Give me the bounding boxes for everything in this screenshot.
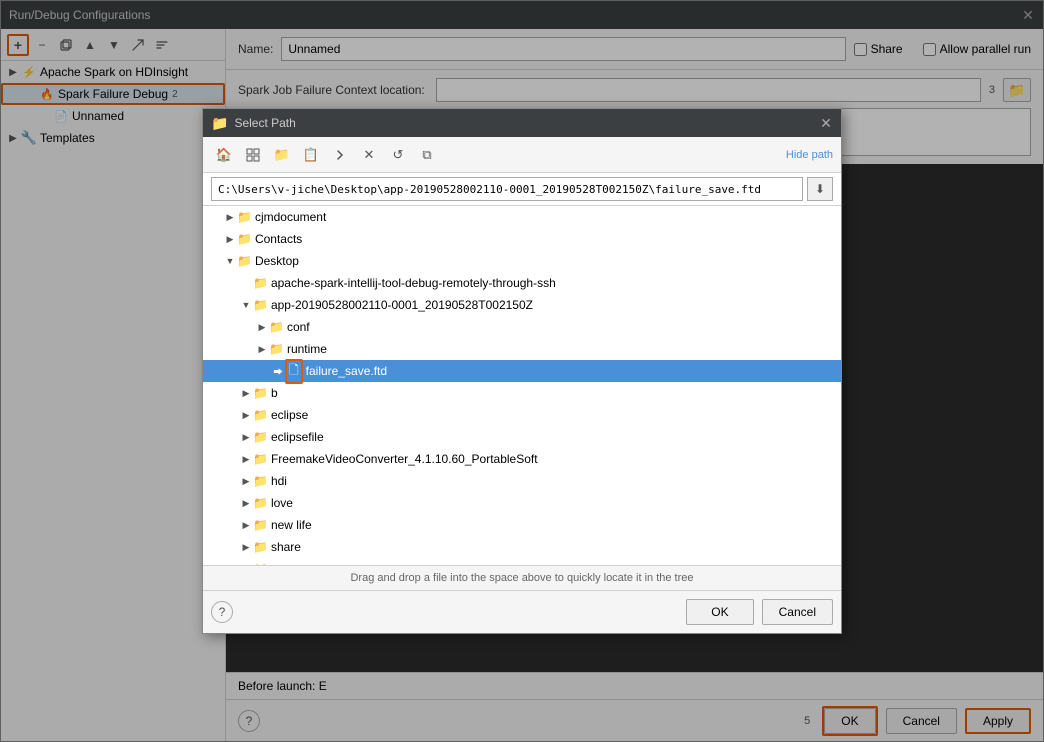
ftree-file-icon-failure-save: 🗋 <box>289 361 299 382</box>
dialog-title: 📁 Select Path <box>211 115 296 132</box>
ftree-label-eclipsefile: eclipsefile <box>271 430 324 444</box>
ftree-label-runtime: runtime <box>287 342 327 356</box>
ftree-folder-contacts: 📁 <box>237 232 252 246</box>
ftree-label-desktop: Desktop <box>255 254 299 268</box>
ftree-item-share[interactable]: ▶ 📁 share <box>203 536 841 558</box>
dialog-titlebar: 📁 Select Path ✕ <box>203 109 841 137</box>
dialog-title-icon: 📁 <box>211 115 228 132</box>
ftree-arrow-share: ▶ <box>239 542 253 553</box>
ftree-folder-eclipse: 📁 <box>253 408 268 422</box>
dialog-hint: Drag and drop a file into the space abov… <box>203 566 841 591</box>
ftree-label-conf: conf <box>287 320 310 334</box>
ftree-item-freemake[interactable]: ▶ 📁 FreemakeVideoConverter_4.1.10.60_Por… <box>203 448 841 470</box>
ftree-label-contacts: Contacts <box>255 232 302 246</box>
ftree-label-share: share <box>271 540 301 554</box>
ftree-folder-hdi: 📁 <box>253 474 268 488</box>
ftree-item-love[interactable]: ▶ 📁 love <box>203 492 841 514</box>
dialog-new-folder-button[interactable]: 📋 <box>298 142 324 168</box>
ftree-arrow-b: ▶ <box>239 388 253 399</box>
ftree-label-apache-ssh: apache-spark-intellij-tool-debug-remotel… <box>271 276 556 290</box>
ftree-folder-cjmdocument: 📁 <box>237 210 252 224</box>
ftree-arrow-love: ▶ <box>239 498 253 509</box>
ftree-arrow-contacts: ▶ <box>223 234 237 245</box>
dialog-footer-buttons: OK Cancel <box>686 599 833 625</box>
path-download-button[interactable]: ⬇ <box>807 177 833 201</box>
ftree-arrow-failure-save: ⮕ <box>271 365 285 378</box>
ftree-folder-b: 📁 <box>253 386 268 400</box>
ftree-item-conf[interactable]: ▶ 📁 conf <box>203 316 841 338</box>
ftree-item-app-folder[interactable]: ▼ 📁 app-20190528002110-0001_20190528T002… <box>203 294 841 316</box>
ftree-folder-apache-ssh: 📁 <box>253 276 268 290</box>
dialog-forward-button[interactable] <box>327 142 353 168</box>
ftree-label-app-folder: app-20190528002110-0001_20190528T002150Z <box>271 298 533 312</box>
ftree-label-b: b <box>271 386 278 400</box>
ftree-item-failure-save[interactable]: ⮕ 🗋 failure_save.ftd <box>203 360 841 382</box>
dialog-home-button[interactable]: 🏠 <box>211 142 237 168</box>
ftree-label-cjmdocument: cjmdocument <box>255 210 326 224</box>
file-tree-pane[interactable]: ▶ 📁 cjmdocument ▶ 📁 Contacts ▼ 📁 Desktop… <box>203 206 841 566</box>
ftree-folder-love: 📁 <box>253 496 268 510</box>
dialog-cancel-button[interactable]: Cancel <box>762 599 833 625</box>
ftree-label-freemake: FreemakeVideoConverter_4.1.10.60_Portabl… <box>271 452 538 466</box>
dialog-footer: ? OK Cancel <box>203 591 841 633</box>
select-path-dialog: 📁 Select Path ✕ 🏠 📁 📋 <box>202 108 842 634</box>
ftree-folder-app: 📁 <box>253 298 268 312</box>
hide-path-button[interactable]: Hide path <box>786 149 833 161</box>
modal-overlay: 📁 Select Path ✕ 🏠 📁 📋 <box>0 0 1044 742</box>
ftree-item-tup[interactable]: ▶ 📁 tup <box>203 558 841 566</box>
ftree-item-b[interactable]: ▶ 📁 b <box>203 382 841 404</box>
ftree-item-runtime[interactable]: ▶ 📁 runtime <box>203 338 841 360</box>
ftree-item-eclipsefile[interactable]: ▶ 📁 eclipsefile <box>203 426 841 448</box>
dialog-grid-button[interactable] <box>240 142 266 168</box>
ftree-item-cjmdocument[interactable]: ▶ 📁 cjmdocument <box>203 206 841 228</box>
ftree-folder-conf: 📁 <box>269 320 284 334</box>
ftree-folder-eclipsefile: 📁 <box>253 430 268 444</box>
ftree-item-contacts[interactable]: ▶ 📁 Contacts <box>203 228 841 250</box>
ftree-arrow-desktop: ▼ <box>223 256 237 266</box>
ftree-label-hdi: hdi <box>271 474 287 488</box>
path-bar: ⬇ <box>203 173 841 206</box>
ftree-arrow-runtime: ▶ <box>255 344 269 355</box>
dialog-close-button[interactable]: ✕ <box>819 116 833 130</box>
ftree-folder-share: 📁 <box>253 540 268 554</box>
ftree-label-eclipse: eclipse <box>271 408 308 422</box>
ftree-arrow-eclipse: ▶ <box>239 410 253 421</box>
ftree-arrow-hdi: ▶ <box>239 476 253 487</box>
path-input[interactable] <box>211 177 803 201</box>
ftree-folder-freemake: 📁 <box>253 452 268 466</box>
dialog-hint-text: Drag and drop a file into the space abov… <box>350 572 693 584</box>
ftree-arrow-cjmdocument: ▶ <box>223 212 237 223</box>
ftree-arrow-freemake: ▶ <box>239 454 253 465</box>
ftree-label-love: love <box>271 496 293 510</box>
ftree-item-eclipse[interactable]: ▶ 📁 eclipse <box>203 404 841 426</box>
ftree-item-new-life[interactable]: ▶ 📁 new life <box>203 514 841 536</box>
ftree-arrow-eclipsefile: ▶ <box>239 432 253 443</box>
ftree-arrow-new-life: ▶ <box>239 520 253 531</box>
ftree-folder-runtime: 📁 <box>269 342 284 356</box>
dialog-refresh-button[interactable]: ↺ <box>385 142 411 168</box>
ftree-item-apache-ssh[interactable]: 📁 apache-spark-intellij-tool-debug-remot… <box>203 272 841 294</box>
ftree-arrow-app-folder: ▼ <box>239 300 253 310</box>
dialog-title-text: Select Path <box>234 116 295 130</box>
ftree-label-failure-save: failure_save.ftd <box>306 364 387 378</box>
ftree-folder-new-life: 📁 <box>253 518 268 532</box>
dialog-ok-button[interactable]: OK <box>686 599 753 625</box>
ftree-item-desktop[interactable]: ▼ 📁 Desktop <box>203 250 841 272</box>
dialog-toolbar: 🏠 📁 📋 ✕ ↺ ⧉ Hide path <box>203 137 841 173</box>
ftree-folder-desktop: 📁 <box>237 254 252 268</box>
ftree-item-hdi[interactable]: ▶ 📁 hdi <box>203 470 841 492</box>
ftree-label-new-life: new life <box>271 518 312 532</box>
dialog-delete-button[interactable]: ✕ <box>356 142 382 168</box>
dialog-copy-path-button[interactable]: ⧉ <box>414 142 440 168</box>
ftree-arrow-conf: ▶ <box>255 322 269 333</box>
dialog-folder-button[interactable]: 📁 <box>269 142 295 168</box>
dialog-help-button[interactable]: ? <box>211 601 233 623</box>
